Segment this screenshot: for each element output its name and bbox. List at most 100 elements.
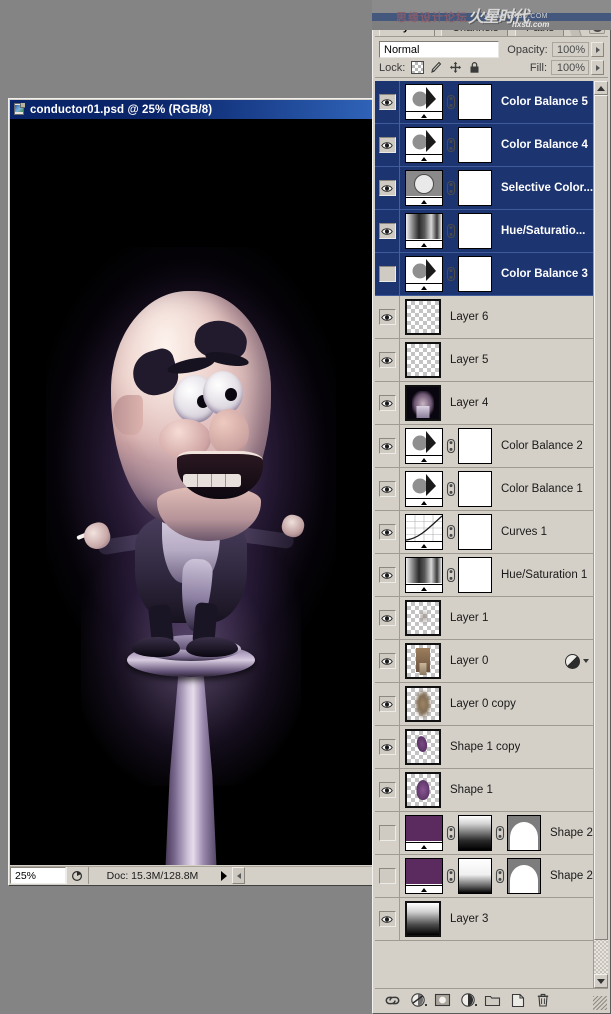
layer-visibility-toggle[interactable] xyxy=(375,897,400,941)
layer-mask-thumbnail[interactable] xyxy=(458,127,492,163)
layer-mask-thumbnail[interactable] xyxy=(458,256,492,292)
layer-mask-thumbnail[interactable] xyxy=(458,815,492,851)
layer-name[interactable]: Layer 5 xyxy=(450,354,488,366)
layer-name[interactable]: Layer 3 xyxy=(450,913,488,925)
eye-hidden-icon[interactable] xyxy=(378,266,396,282)
layer-thumbnails[interactable] xyxy=(405,557,492,593)
scrollbar-track[interactable] xyxy=(594,95,608,974)
layer-scroll-area[interactable]: Color Balance 5 Color Balance 4 Selective … xyxy=(375,81,593,988)
mask-link-icon[interactable] xyxy=(445,565,456,585)
document-title-bar[interactable]: conductor01.psd @ 25% (RGB/8) xyxy=(10,100,372,119)
layers-panel[interactable]: Layers Channels Paths Normal Opacity: 10… xyxy=(372,14,611,1014)
layer-list[interactable]: Color Balance 5 Color Balance 4 Selective … xyxy=(375,81,608,989)
layer-name[interactable]: Color Balance 3 xyxy=(501,268,588,280)
lock-transparent-pixels-icon[interactable] xyxy=(411,61,425,74)
adjustment-thumbnail[interactable] xyxy=(405,256,443,292)
layer-thumbnail[interactable] xyxy=(405,772,441,808)
layer-thumbnail[interactable] xyxy=(405,901,441,937)
eye-icon[interactable] xyxy=(378,94,396,110)
mask-link-icon[interactable] xyxy=(445,178,456,198)
adjustment-thumbnail[interactable] xyxy=(405,557,443,593)
eye-hidden-icon[interactable] xyxy=(378,868,396,884)
layer-thumbnail[interactable] xyxy=(405,729,441,765)
layer-row[interactable]: Layer 4 xyxy=(375,381,593,425)
mask-link-icon[interactable] xyxy=(445,135,456,155)
layer-name[interactable]: Shape 2... xyxy=(550,827,593,839)
layer-row[interactable]: Color Balance 2 xyxy=(375,424,593,468)
layer-visibility-toggle[interactable] xyxy=(375,252,400,296)
layer-visibility-toggle[interactable] xyxy=(375,166,400,210)
layer-thumbnails[interactable] xyxy=(405,772,441,808)
layer-thumbnail[interactable] xyxy=(405,299,441,335)
add-layer-mask-button[interactable] xyxy=(430,990,455,1010)
layer-mask-thumbnail[interactable] xyxy=(458,84,492,120)
layer-name[interactable]: Hue/Saturatio... xyxy=(501,225,585,237)
layer-thumbnail[interactable] xyxy=(405,385,441,421)
zoom-level-input[interactable]: 25% xyxy=(10,867,66,884)
eye-icon[interactable] xyxy=(378,180,396,196)
lock-all-icon[interactable] xyxy=(468,61,481,74)
eye-icon[interactable] xyxy=(378,739,396,755)
layer-visibility-toggle[interactable] xyxy=(375,811,400,855)
layer-row[interactable]: Layer 5 xyxy=(375,338,593,382)
lock-position-icon[interactable] xyxy=(449,61,462,74)
play-arrow-icon[interactable] xyxy=(216,867,232,884)
preview-options-icon[interactable] xyxy=(66,867,88,884)
new-adjustment-layer-button[interactable] xyxy=(455,990,480,1010)
layer-thumbnails[interactable] xyxy=(405,213,492,249)
layer-name[interactable]: Hue/Saturation 1 xyxy=(501,569,587,581)
layer-visibility-toggle[interactable] xyxy=(375,596,400,640)
shape-fill-thumbnail[interactable] xyxy=(405,815,443,851)
delete-layer-button[interactable] xyxy=(530,990,555,1010)
layer-thumbnails[interactable] xyxy=(405,600,441,636)
eye-icon[interactable] xyxy=(378,352,396,368)
layer-name[interactable]: Layer 0 copy xyxy=(450,698,516,710)
layer-thumbnails[interactable] xyxy=(405,901,441,937)
eye-icon[interactable] xyxy=(378,438,396,454)
layers-scrollbar[interactable] xyxy=(593,81,608,988)
layer-row[interactable]: Shape 1 copy xyxy=(375,725,593,769)
adjustment-thumbnail[interactable] xyxy=(405,84,443,120)
layer-name[interactable]: Layer 0 xyxy=(450,655,488,667)
vector-mask-link-icon[interactable] xyxy=(494,866,505,886)
tab-channels[interactable]: Channels xyxy=(441,18,509,36)
document-window[interactable]: conductor01.psd @ 25% (RGB/8) 25% Doc: 1… xyxy=(8,98,374,886)
layer-thumbnails[interactable] xyxy=(405,385,441,421)
image-canvas[interactable] xyxy=(10,119,372,865)
layer-visibility-toggle[interactable] xyxy=(375,768,400,812)
layer-effects-icon[interactable] xyxy=(565,653,580,669)
layer-thumbnails[interactable] xyxy=(405,170,492,206)
layer-name[interactable]: Layer 6 xyxy=(450,311,488,323)
layer-row[interactable]: Layer 1 xyxy=(375,596,593,640)
mask-link-icon[interactable] xyxy=(445,866,456,886)
layer-thumbnails[interactable] xyxy=(405,256,492,292)
layer-name[interactable]: Color Balance 1 xyxy=(501,483,583,495)
chevron-down-icon[interactable] xyxy=(583,659,589,663)
scrollbar-thumb[interactable] xyxy=(594,95,608,940)
lock-image-pixels-icon[interactable] xyxy=(430,61,443,74)
layer-thumbnails[interactable] xyxy=(405,514,492,550)
layer-thumbnails[interactable] xyxy=(405,858,541,894)
eye-hidden-icon[interactable] xyxy=(378,825,396,841)
layer-row[interactable]: Color Balance 1 xyxy=(375,467,593,511)
layer-visibility-toggle[interactable] xyxy=(375,725,400,769)
layer-name[interactable]: Shape 1 copy xyxy=(450,741,520,753)
layer-row[interactable]: Layer 0 copy xyxy=(375,682,593,726)
layer-visibility-toggle[interactable] xyxy=(375,682,400,726)
mask-link-icon[interactable] xyxy=(445,221,456,241)
panel-resize-grip[interactable] xyxy=(593,996,607,1010)
new-layer-button[interactable] xyxy=(505,990,530,1010)
layer-visibility-toggle[interactable] xyxy=(375,510,400,554)
layer-mask-thumbnail[interactable] xyxy=(458,557,492,593)
layer-row[interactable]: Shape 2... xyxy=(375,811,593,855)
opacity-input[interactable]: 100% xyxy=(551,42,590,57)
eye-icon[interactable] xyxy=(378,782,396,798)
layer-thumbnail[interactable] xyxy=(405,342,441,378)
layer-visibility-toggle[interactable] xyxy=(375,854,400,898)
adjustment-thumbnail[interactable] xyxy=(405,170,443,206)
layer-row[interactable]: Curves 1 xyxy=(375,510,593,554)
vector-mask-link-icon[interactable] xyxy=(494,823,505,843)
layer-thumbnails[interactable] xyxy=(405,428,492,464)
layer-row[interactable]: Shape 1 xyxy=(375,768,593,812)
panel-tab-bar[interactable]: Layers Channels Paths xyxy=(373,15,610,36)
